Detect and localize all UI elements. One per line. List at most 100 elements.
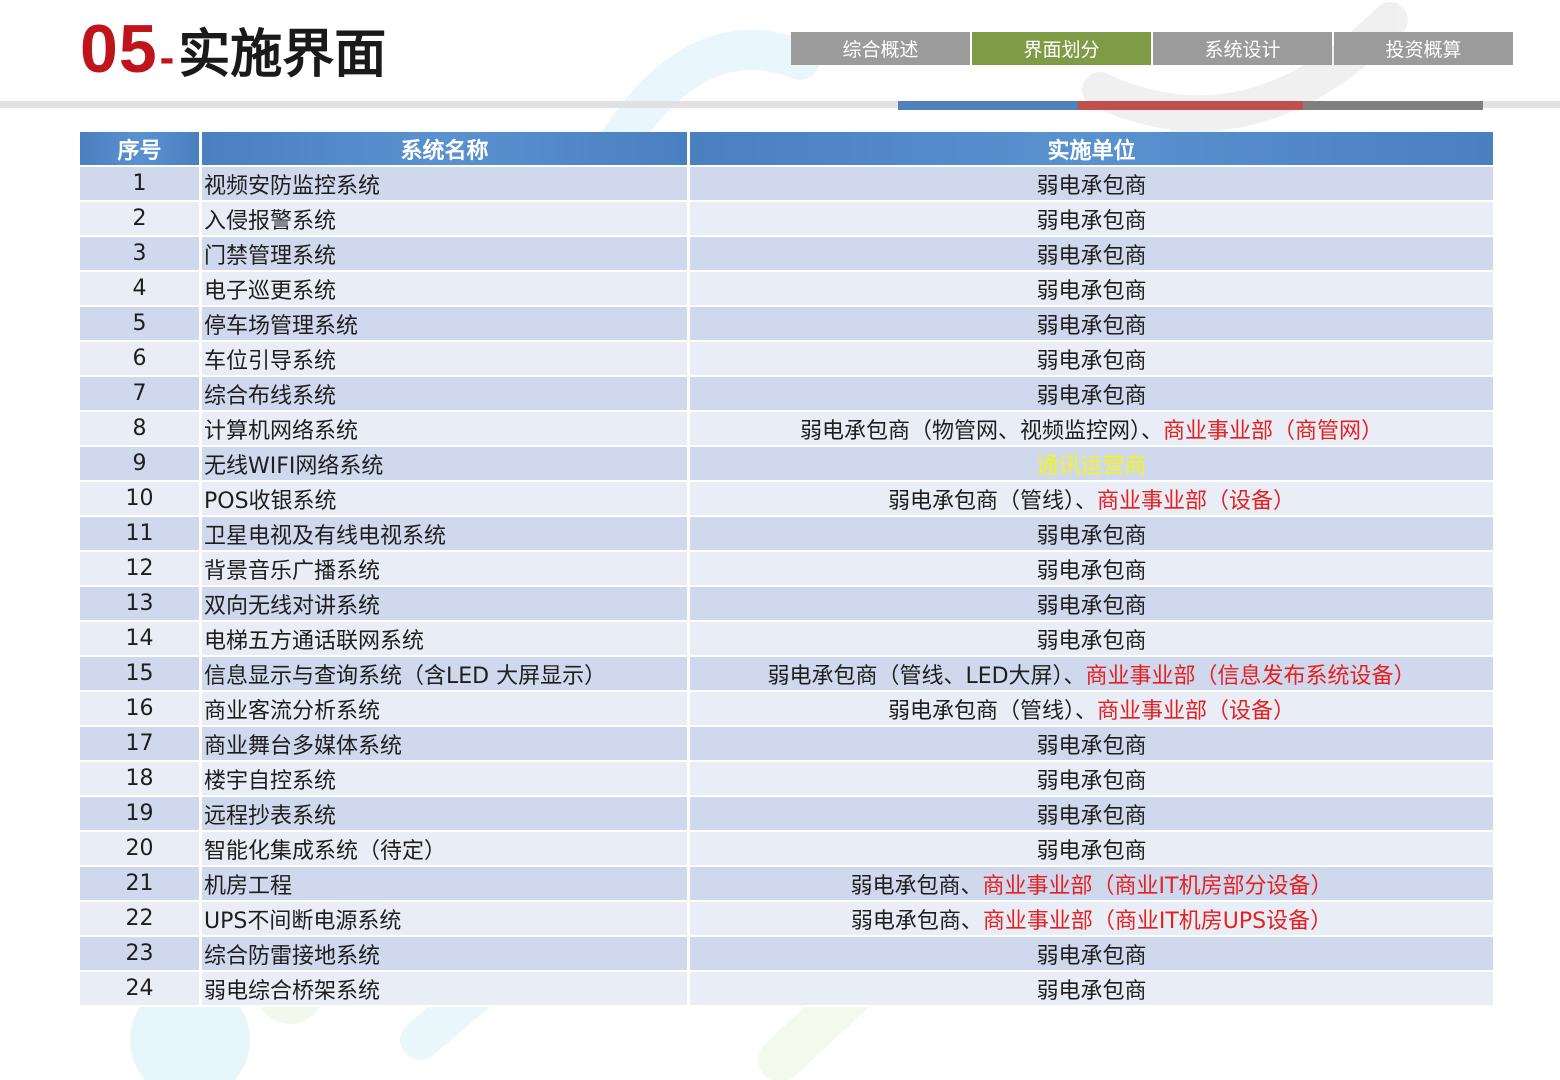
system-name-cell: UPS不间断电源系统 [202, 902, 690, 937]
row-index: 17 [80, 727, 202, 762]
implementer-cell: 弱电承包商 [690, 342, 1493, 377]
table-row: 23 综合防雷接地系统 弱电承包商 [80, 937, 1493, 972]
implementer-cell: 弱电承包商 [690, 727, 1493, 762]
row-index: 21 [80, 867, 202, 902]
implementer-text: 弱电承包商 [1036, 173, 1147, 199]
row-index: 24 [80, 972, 202, 1007]
implementer-cell: 弱电承包商 [690, 377, 1493, 412]
implementer-cell: 弱电承包商 [690, 202, 1493, 237]
header-system-name: 系统名称 [202, 132, 690, 167]
table-row: 18 楼宇自控系统 弱电承包商 [80, 762, 1493, 797]
title-separator: - [159, 33, 175, 82]
implementer-cell: 弱电承包商 [690, 237, 1493, 272]
system-name-cell: 商业舞台多媒体系统 [202, 727, 690, 762]
implementer-cell: 弱电承包商 [690, 832, 1493, 867]
implementer-highlight: 商业事业部（商业IT机房UPS设备） [982, 908, 1333, 934]
system-name-cell: 智能化集成系统（待定） [202, 832, 690, 867]
row-index: 8 [80, 412, 202, 447]
implementer-text: 弱电承包商 [1036, 313, 1147, 339]
row-index: 18 [80, 762, 202, 797]
implementer-text: 弱电承包商 [1036, 523, 1147, 549]
row-index: 22 [80, 902, 202, 937]
row-index: 13 [80, 587, 202, 622]
system-name-cell: POS收银系统 [202, 482, 690, 517]
row-index: 11 [80, 517, 202, 552]
implementer-text: 弱电承包商 [1036, 733, 1147, 759]
table-row: 6 车位引导系统 弱电承包商 [80, 342, 1493, 377]
system-name-cell: 停车场管理系统 [202, 307, 690, 342]
implementer-highlight: 商业事业部（设备） [1097, 488, 1296, 514]
implementer-text: 弱电承包商 [1036, 978, 1147, 1004]
implementer-cell: 弱电承包商（管线、LED大屏）、 商业事业部（信息发布系统设备） [690, 657, 1493, 692]
row-index: 16 [80, 692, 202, 727]
system-name-cell: 信息显示与查询系统（含LED 大屏显示） [202, 657, 690, 692]
system-name-cell: 无线WIFI网络系统 [202, 447, 690, 482]
tab-system-design[interactable]: 系统设计 [1153, 32, 1332, 65]
implementer-cell: 弱电承包商 [690, 622, 1493, 657]
implementer-highlight: 商业事业部（设备） [1097, 698, 1296, 724]
table-row: 10 POS收银系统 弱电承包商（管线）、 商业事业部（设备） [80, 482, 1493, 517]
system-name-cell: 入侵报警系统 [202, 202, 690, 237]
row-index: 7 [80, 377, 202, 412]
table-row: 19 远程抄表系统 弱电承包商 [80, 797, 1493, 832]
system-name-cell: 背景音乐广播系统 [202, 552, 690, 587]
header-implementer: 实施单位 [690, 132, 1493, 167]
system-name-cell: 车位引导系统 [202, 342, 690, 377]
tab-investment[interactable]: 投资概算 [1334, 32, 1513, 65]
implementer-cell: 弱电承包商、 商业事业部（商业IT机房部分设备） [690, 867, 1493, 902]
implementer-cell: 通讯运营商 [690, 447, 1493, 482]
table-row: 21 机房工程 弱电承包商、 商业事业部（商业IT机房部分设备） [80, 867, 1493, 902]
header-accent-blue [898, 101, 1078, 110]
system-name-cell: 机房工程 [202, 867, 690, 902]
implementer-cell: 弱电承包商 [690, 167, 1493, 202]
system-name-cell: 楼宇自控系统 [202, 762, 690, 797]
tab-interface-division[interactable]: 界面划分 [972, 32, 1151, 65]
row-index: 23 [80, 937, 202, 972]
header-accent-gray [1303, 101, 1483, 110]
row-index: 10 [80, 482, 202, 517]
implementation-table: 序号 系统名称 实施单位 1 视频安防监控系统 弱电承包商 2 入侵报警系统 弱电承包商 3… [80, 132, 1493, 1007]
implementer-text: 弱电承包商 [1036, 593, 1147, 619]
row-index: 1 [80, 167, 202, 202]
system-name-cell: 视频安防监控系统 [202, 167, 690, 202]
row-index: 12 [80, 552, 202, 587]
header-index: 序号 [80, 132, 202, 167]
implementer-cell: 弱电承包商 [690, 762, 1493, 797]
row-index: 3 [80, 237, 202, 272]
tab-overview[interactable]: 综合概述 [791, 32, 970, 65]
table-row: 24 弱电综合桥架系统 弱电承包商 [80, 972, 1493, 1007]
table-row: 13 双向无线对讲系统 弱电承包商 [80, 587, 1493, 622]
implementer-text: 弱电承包商 [1036, 628, 1147, 654]
system-name-cell: 电梯五方通话联网系统 [202, 622, 690, 657]
table-row: 16 商业客流分析系统 弱电承包商（管线）、 商业事业部（设备） [80, 692, 1493, 727]
implementer-text: 弱电承包商（管线）、 [887, 698, 1097, 724]
implementer-text: 弱电承包商（管线）、 [887, 488, 1097, 514]
row-index: 9 [80, 447, 202, 482]
implementer-text: 弱电承包商 [1036, 383, 1147, 409]
implementer-cell: 弱电承包商（物管网、视频监控网）、 商业事业部（商管网） [690, 412, 1493, 447]
implementer-text: 弱电承包商 [1036, 803, 1147, 829]
table-row: 3 门禁管理系统 弱电承包商 [80, 237, 1493, 272]
implementer-cell: 弱电承包商（管线）、 商业事业部（设备） [690, 482, 1493, 517]
table-row: 4 电子巡更系统 弱电承包商 [80, 272, 1493, 307]
table-row: 2 入侵报警系统 弱电承包商 [80, 202, 1493, 237]
section-number: 05 [80, 11, 158, 87]
system-name-cell: 电子巡更系统 [202, 272, 690, 307]
implementer-cell: 弱电承包商 [690, 937, 1493, 972]
row-index: 4 [80, 272, 202, 307]
table-row: 12 背景音乐广播系统 弱电承包商 [80, 552, 1493, 587]
implementer-text: 弱电承包商 [1036, 838, 1147, 864]
system-name-cell: 计算机网络系统 [202, 412, 690, 447]
row-index: 15 [80, 657, 202, 692]
row-index: 5 [80, 307, 202, 342]
implementer-highlight: 商业事业部（商管网） [1163, 418, 1384, 444]
header-accent-red [1078, 101, 1303, 110]
system-name-cell: 双向无线对讲系统 [202, 587, 690, 622]
implementer-text: 弱电承包商（管线、LED大屏）、 [767, 663, 1086, 689]
implementer-text: 弱电承包商 [1036, 768, 1147, 794]
row-index: 20 [80, 832, 202, 867]
section-title: 实施界面 [178, 25, 387, 85]
section-tabs: 综合概述 界面划分 系统设计 投资概算 [791, 32, 1513, 65]
implementer-text: 弱电承包商 [1036, 208, 1147, 234]
row-index: 14 [80, 622, 202, 657]
